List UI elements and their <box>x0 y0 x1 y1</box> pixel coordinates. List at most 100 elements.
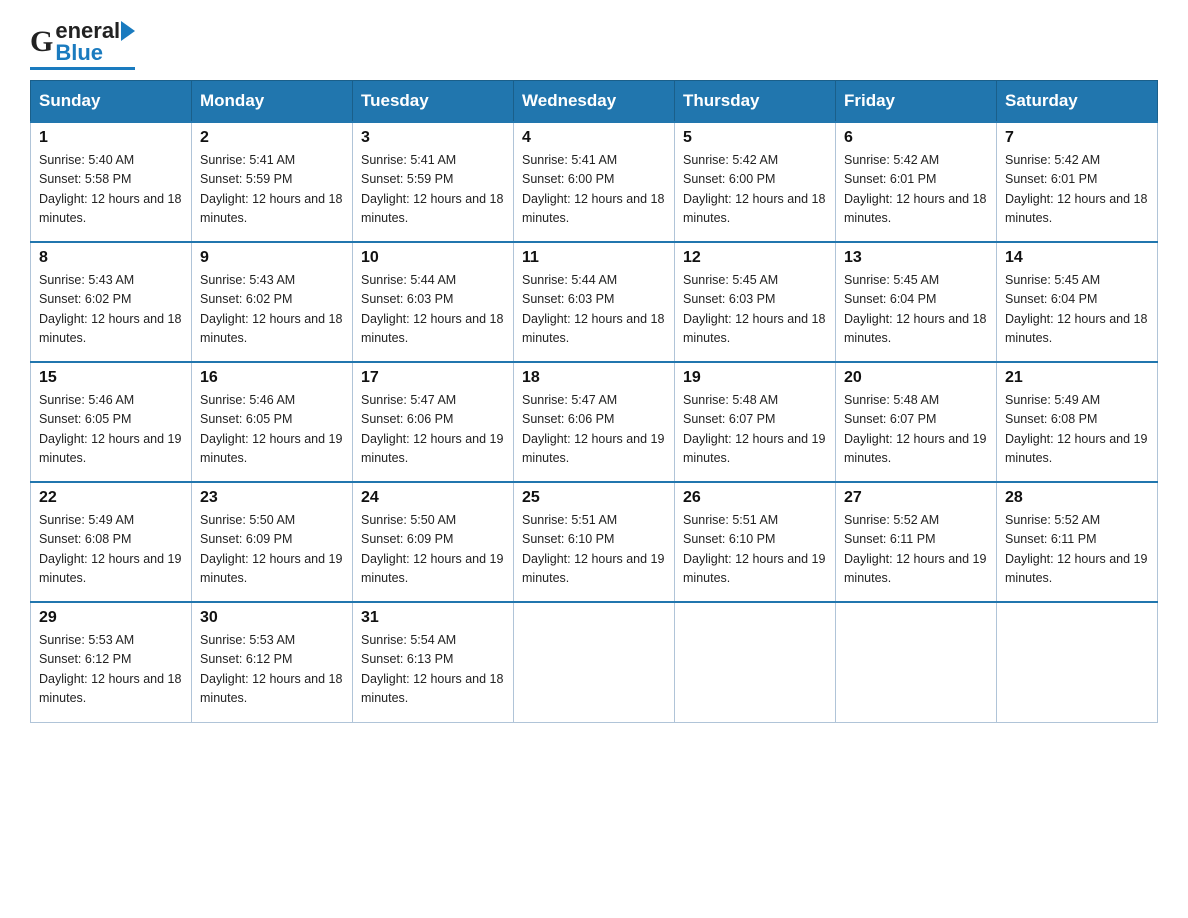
day-number: 29 <box>39 609 183 627</box>
day-number: 4 <box>522 129 666 147</box>
day-number: 14 <box>1005 249 1149 267</box>
day-number: 21 <box>1005 369 1149 387</box>
calendar-cell <box>997 602 1158 722</box>
day-info: Sunrise: 5:49 AMSunset: 6:08 PMDaylight:… <box>1005 391 1149 469</box>
day-number: 22 <box>39 489 183 507</box>
day-number: 25 <box>522 489 666 507</box>
weekday-header-wednesday: Wednesday <box>514 81 675 123</box>
day-number: 24 <box>361 489 505 507</box>
logo-arrow-icon <box>121 21 135 41</box>
weekday-header-friday: Friday <box>836 81 997 123</box>
calendar-cell: 1Sunrise: 5:40 AMSunset: 5:58 PMDaylight… <box>31 122 192 242</box>
logo-underline <box>30 67 135 70</box>
calendar-cell: 29Sunrise: 5:53 AMSunset: 6:12 PMDayligh… <box>31 602 192 722</box>
calendar-cell <box>836 602 997 722</box>
day-number: 30 <box>200 609 344 627</box>
day-number: 31 <box>361 609 505 627</box>
day-info: Sunrise: 5:42 AMSunset: 6:01 PMDaylight:… <box>844 151 988 229</box>
calendar-cell: 18 Sunrise: 5:47 AMSunset: 6:06 PMDayligh… <box>514 362 675 482</box>
calendar-cell: 27 Sunrise: 5:52 AMSunset: 6:11 PMDayligh… <box>836 482 997 602</box>
day-number: 16 <box>200 369 344 387</box>
day-number: 23 <box>200 489 344 507</box>
day-number: 8 <box>39 249 183 267</box>
logo-blue-text: Blue <box>55 42 103 64</box>
weekday-header-saturday: Saturday <box>997 81 1158 123</box>
weekday-header-sunday: Sunday <box>31 81 192 123</box>
weekday-header-row: SundayMondayTuesdayWednesdayThursdayFrid… <box>31 81 1158 123</box>
calendar-cell <box>675 602 836 722</box>
weekday-header-monday: Monday <box>192 81 353 123</box>
day-info: Sunrise: 5:46 AMSunset: 6:05 PMDaylight:… <box>39 391 183 469</box>
calendar-cell: 22 Sunrise: 5:49 AMSunset: 6:08 PMDayligh… <box>31 482 192 602</box>
calendar-cell: 19 Sunrise: 5:48 AMSunset: 6:07 PMDayligh… <box>675 362 836 482</box>
day-number: 2 <box>200 129 344 147</box>
day-info: Sunrise: 5:54 AMSunset: 6:13 PMDaylight:… <box>361 631 505 709</box>
logo: G eneral Blue <box>30 20 135 70</box>
week-row-5: 29Sunrise: 5:53 AMSunset: 6:12 PMDayligh… <box>31 602 1158 722</box>
day-number: 3 <box>361 129 505 147</box>
calendar-cell: 6 Sunrise: 5:42 AMSunset: 6:01 PMDaylight… <box>836 122 997 242</box>
calendar-cell: 21 Sunrise: 5:49 AMSunset: 6:08 PMDayligh… <box>997 362 1158 482</box>
logo-g-letter: G <box>30 27 53 57</box>
logo-text-block: eneral Blue <box>55 20 135 64</box>
calendar-cell: 24 Sunrise: 5:50 AMSunset: 6:09 PMDayligh… <box>353 482 514 602</box>
day-info: Sunrise: 5:48 AMSunset: 6:07 PMDaylight:… <box>844 391 988 469</box>
calendar-cell: 7Sunrise: 5:42 AMSunset: 6:01 PMDaylight… <box>997 122 1158 242</box>
calendar-table: SundayMondayTuesdayWednesdayThursdayFrid… <box>30 80 1158 723</box>
day-info: Sunrise: 5:51 AMSunset: 6:10 PMDaylight:… <box>522 511 666 589</box>
day-number: 18 <box>522 369 666 387</box>
calendar-cell: 23 Sunrise: 5:50 AMSunset: 6:09 PMDayligh… <box>192 482 353 602</box>
week-row-4: 22 Sunrise: 5:49 AMSunset: 6:08 PMDayligh… <box>31 482 1158 602</box>
day-info: Sunrise: 5:40 AMSunset: 5:58 PMDaylight:… <box>39 151 183 229</box>
day-info: Sunrise: 5:44 AMSunset: 6:03 PMDaylight:… <box>522 271 666 349</box>
week-row-3: 15Sunrise: 5:46 AMSunset: 6:05 PMDayligh… <box>31 362 1158 482</box>
calendar-cell: 31 Sunrise: 5:54 AMSunset: 6:13 PMDayligh… <box>353 602 514 722</box>
day-info: Sunrise: 5:48 AMSunset: 6:07 PMDaylight:… <box>683 391 827 469</box>
day-number: 27 <box>844 489 988 507</box>
calendar-cell: 17Sunrise: 5:47 AMSunset: 6:06 PMDayligh… <box>353 362 514 482</box>
calendar-cell: 5Sunrise: 5:42 AMSunset: 6:00 PMDaylight… <box>675 122 836 242</box>
day-info: Sunrise: 5:41 AMSunset: 5:59 PMDaylight:… <box>361 151 505 229</box>
day-info: Sunrise: 5:44 AMSunset: 6:03 PMDaylight:… <box>361 271 505 349</box>
day-info: Sunrise: 5:49 AMSunset: 6:08 PMDaylight:… <box>39 511 183 589</box>
day-info: Sunrise: 5:45 AMSunset: 6:04 PMDaylight:… <box>844 271 988 349</box>
day-info: Sunrise: 5:45 AMSunset: 6:03 PMDaylight:… <box>683 271 827 349</box>
day-info: Sunrise: 5:43 AMSunset: 6:02 PMDaylight:… <box>200 271 344 349</box>
week-row-2: 8 Sunrise: 5:43 AMSunset: 6:02 PMDaylight… <box>31 242 1158 362</box>
day-info: Sunrise: 5:50 AMSunset: 6:09 PMDaylight:… <box>200 511 344 589</box>
calendar-cell: 20Sunrise: 5:48 AMSunset: 6:07 PMDayligh… <box>836 362 997 482</box>
day-info: Sunrise: 5:51 AMSunset: 6:10 PMDaylight:… <box>683 511 827 589</box>
day-number: 28 <box>1005 489 1149 507</box>
day-number: 26 <box>683 489 827 507</box>
calendar-cell: 26 Sunrise: 5:51 AMSunset: 6:10 PMDayligh… <box>675 482 836 602</box>
day-number: 12 <box>683 249 827 267</box>
day-info: Sunrise: 5:43 AMSunset: 6:02 PMDaylight:… <box>39 271 183 349</box>
calendar-cell: 11Sunrise: 5:44 AMSunset: 6:03 PMDayligh… <box>514 242 675 362</box>
calendar-cell: 13 Sunrise: 5:45 AMSunset: 6:04 PMDayligh… <box>836 242 997 362</box>
day-info: Sunrise: 5:46 AMSunset: 6:05 PMDaylight:… <box>200 391 344 469</box>
calendar-cell: 4Sunrise: 5:41 AMSunset: 6:00 PMDaylight… <box>514 122 675 242</box>
calendar-cell <box>514 602 675 722</box>
calendar-cell: 9 Sunrise: 5:43 AMSunset: 6:02 PMDaylight… <box>192 242 353 362</box>
day-info: Sunrise: 5:50 AMSunset: 6:09 PMDaylight:… <box>361 511 505 589</box>
day-number: 6 <box>844 129 988 147</box>
calendar-cell: 28 Sunrise: 5:52 AMSunset: 6:11 PMDayligh… <box>997 482 1158 602</box>
calendar-cell: 25 Sunrise: 5:51 AMSunset: 6:10 PMDayligh… <box>514 482 675 602</box>
day-number: 13 <box>844 249 988 267</box>
weekday-header-tuesday: Tuesday <box>353 81 514 123</box>
calendar-cell: 30Sunrise: 5:53 AMSunset: 6:12 PMDayligh… <box>192 602 353 722</box>
calendar-cell: 3 Sunrise: 5:41 AMSunset: 5:59 PMDaylight… <box>353 122 514 242</box>
day-info: Sunrise: 5:41 AMSunset: 5:59 PMDaylight:… <box>200 151 344 229</box>
calendar-cell: 2 Sunrise: 5:41 AMSunset: 5:59 PMDaylight… <box>192 122 353 242</box>
calendar-cell: 15Sunrise: 5:46 AMSunset: 6:05 PMDayligh… <box>31 362 192 482</box>
day-number: 19 <box>683 369 827 387</box>
day-info: Sunrise: 5:45 AMSunset: 6:04 PMDaylight:… <box>1005 271 1149 349</box>
day-info: Sunrise: 5:52 AMSunset: 6:11 PMDaylight:… <box>1005 511 1149 589</box>
day-info: Sunrise: 5:47 AMSunset: 6:06 PMDaylight:… <box>361 391 505 469</box>
weekday-header-thursday: Thursday <box>675 81 836 123</box>
day-info: Sunrise: 5:52 AMSunset: 6:11 PMDaylight:… <box>844 511 988 589</box>
logo-general-text: eneral <box>55 20 120 42</box>
day-number: 9 <box>200 249 344 267</box>
day-info: Sunrise: 5:47 AMSunset: 6:06 PMDaylight:… <box>522 391 666 469</box>
calendar-cell: 12 Sunrise: 5:45 AMSunset: 6:03 PMDayligh… <box>675 242 836 362</box>
